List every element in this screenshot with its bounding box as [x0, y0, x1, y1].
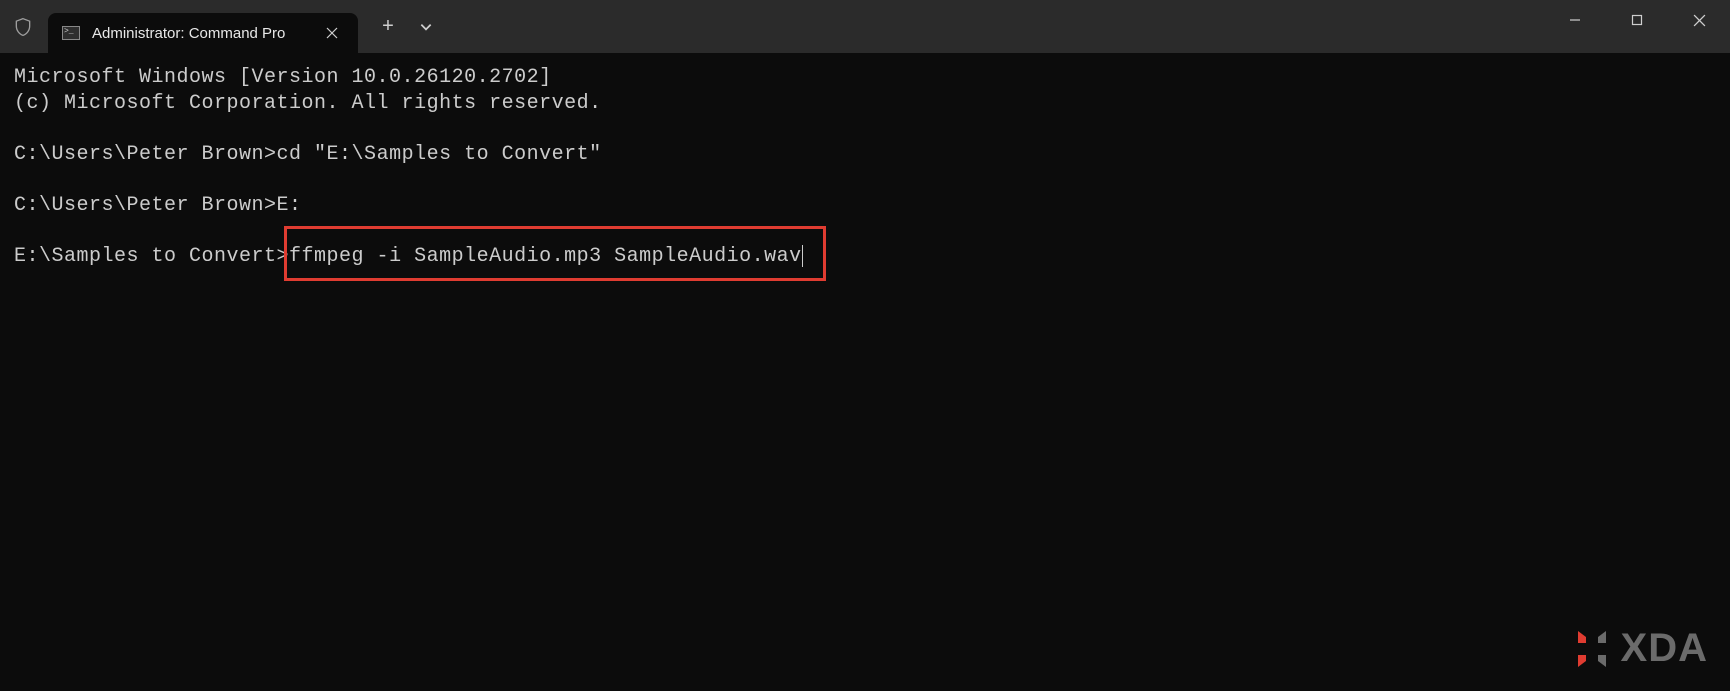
close-window-button[interactable] — [1668, 0, 1730, 40]
close-tab-button[interactable] — [320, 21, 344, 45]
new-tab-button[interactable]: + — [368, 7, 408, 47]
prompt: E:\Samples to Convert> — [14, 245, 289, 268]
xda-logo-icon — [1571, 627, 1613, 671]
version-line: Microsoft Windows [Version 10.0.26120.27… — [14, 66, 552, 89]
maximize-button[interactable] — [1606, 0, 1668, 40]
cmd-icon — [62, 26, 80, 40]
command-drive: E: — [277, 194, 302, 217]
active-tab[interactable]: Administrator: Command Pro — [48, 13, 358, 53]
titlebar: Administrator: Command Pro + — [0, 0, 1730, 53]
prompt: C:\Users\Peter Brown> — [14, 194, 277, 217]
terminal-output[interactable]: Microsoft Windows [Version 10.0.26120.27… — [0, 53, 1730, 281]
minimize-button[interactable] — [1544, 0, 1606, 40]
prompt: C:\Users\Peter Brown> — [14, 143, 277, 166]
watermark-text: XDA — [1621, 626, 1708, 671]
tab-title: Administrator: Command Pro — [92, 25, 312, 42]
command-cd: cd "E:\Samples to Convert" — [277, 143, 602, 166]
watermark: XDA — [1571, 626, 1708, 671]
shield-icon — [12, 15, 34, 39]
tab-dropdown-button[interactable] — [408, 7, 444, 47]
window-controls — [1544, 0, 1730, 53]
command-ffmpeg: ffmpeg -i SampleAudio.mp3 SampleAudio.wa… — [289, 245, 802, 268]
copyright-line: (c) Microsoft Corporation. All rights re… — [14, 92, 602, 115]
text-cursor — [802, 245, 803, 267]
